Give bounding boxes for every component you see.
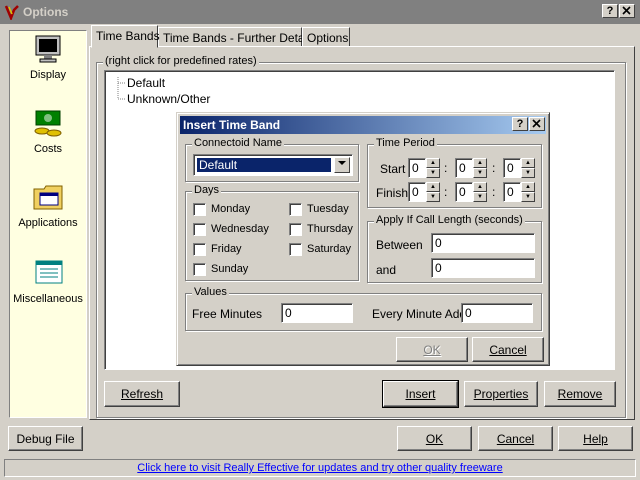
- free-minutes-label: Free Minutes: [192, 307, 263, 321]
- dialog-cancel-button[interactable]: Cancel: [472, 337, 544, 362]
- tree-item[interactable]: Default: [127, 76, 165, 90]
- checkbox-monday[interactable]: [193, 203, 206, 216]
- chevron-down-icon: [338, 161, 346, 165]
- checkbox-friday[interactable]: [193, 243, 206, 256]
- close-title-button[interactable]: [619, 4, 635, 18]
- dialog-ok-button[interactable]: OK: [396, 337, 468, 362]
- properties-button[interactable]: Properties: [464, 381, 538, 407]
- checkbox-label: Sunday: [211, 263, 249, 275]
- group-label: Time Period: [374, 137, 437, 149]
- dropdown-button[interactable]: [334, 157, 350, 173]
- checkbox-wednesday[interactable]: [193, 223, 206, 236]
- start-minute-spinner[interactable]: ▲ ▼: [473, 158, 487, 178]
- document-icon: [35, 260, 63, 284]
- and-label: and: [376, 263, 397, 277]
- remove-button[interactable]: Remove: [544, 381, 616, 407]
- checkbox-tuesday[interactable]: [289, 203, 302, 216]
- time-separator: :: [444, 161, 448, 175]
- sidebar: Display Costs Applications Miscellaneous: [9, 30, 87, 418]
- and-input[interactable]: 0: [431, 258, 535, 278]
- monitor-icon: [35, 35, 61, 63]
- connectoid-group: Connectoid Name Default: [185, 137, 359, 182]
- start-hour-spinner[interactable]: ▲ ▼: [426, 158, 440, 178]
- ok-button[interactable]: OK: [397, 426, 472, 451]
- sidebar-item-label: Display: [29, 69, 67, 81]
- call-length-group: Apply If Call Length (seconds) Between 0…: [367, 214, 542, 283]
- close-icon: [532, 119, 541, 128]
- dialog-title: Insert Time Band: [183, 118, 281, 132]
- sidebar-item-label: Miscellaneous: [13, 293, 83, 305]
- between-label: Between: [376, 238, 423, 252]
- sidebar-item-display[interactable]: Display: [10, 33, 86, 81]
- start-second-spinner[interactable]: ▲ ▼: [521, 158, 535, 178]
- between-input[interactable]: 0: [431, 233, 535, 253]
- finish-label: Finish: [376, 186, 409, 200]
- tab-time-bands[interactable]: Time Bands: [91, 25, 160, 48]
- sidebar-item-label: Applications: [18, 217, 78, 229]
- time-separator: :: [492, 161, 496, 175]
- sidebar-item-costs[interactable]: Costs: [10, 107, 86, 155]
- sidebar-item-applications[interactable]: Applications: [10, 181, 86, 229]
- tree-item[interactable]: Unknown/Other: [127, 92, 210, 106]
- start-label: Start: [380, 162, 406, 176]
- days-group: Days Monday Tuesday Wednesday Thursday F…: [185, 184, 359, 281]
- debug-file-button[interactable]: Debug File: [8, 426, 83, 451]
- checkbox-sunday[interactable]: [193, 263, 206, 276]
- window-title: Options: [23, 5, 69, 19]
- free-minutes-input[interactable]: 0: [281, 303, 353, 323]
- finish-minute-spinner[interactable]: ▲ ▼: [473, 182, 487, 202]
- start-hour-input[interactable]: 0: [408, 158, 426, 178]
- checkbox-thursday[interactable]: [289, 223, 302, 236]
- group-label: Values: [192, 286, 229, 298]
- connectoid-select[interactable]: Default: [193, 154, 353, 176]
- tab-options[interactable]: Options: [302, 27, 350, 47]
- checkbox-label: Wednesday: [211, 223, 269, 235]
- freeware-link[interactable]: Click here to visit Really Effective for…: [137, 462, 502, 474]
- values-group: Values Free Minutes 0 Every Minute Add 0: [185, 286, 542, 331]
- time-period-group: Time Period Start 0 ▲ ▼ : 0 ▲ ▼ : 0 ▲ ▼ Fin…: [367, 137, 542, 208]
- every-minute-add-label: Every Minute Add: [372, 307, 467, 321]
- checkbox-label: Tuesday: [307, 203, 349, 215]
- finish-second-input[interactable]: 0: [503, 182, 521, 202]
- tab-time-bands-further-details[interactable]: Time Bands - Further Details: [158, 27, 316, 47]
- group-label: (right click for predefined rates): [103, 55, 259, 67]
- finish-minute-input[interactable]: 0: [455, 182, 473, 202]
- folder-apps-icon: [33, 185, 63, 210]
- dialog-close-button[interactable]: [529, 117, 545, 131]
- time-separator: :: [444, 185, 448, 199]
- connectoid-select-value: Default: [197, 158, 331, 172]
- window-titlebar: Options ?: [0, 0, 640, 24]
- app-icon: [4, 5, 19, 20]
- refresh-button[interactable]: Refresh: [104, 381, 180, 407]
- start-second-input[interactable]: 0: [503, 158, 521, 178]
- close-icon: [622, 6, 631, 15]
- status-bar: Click here to visit Really Effective for…: [4, 459, 636, 477]
- checkbox-saturday[interactable]: [289, 243, 302, 256]
- finish-second-spinner[interactable]: ▲ ▼: [521, 182, 535, 202]
- help-button[interactable]: Help: [558, 426, 633, 451]
- checkbox-label: Saturday: [307, 243, 352, 255]
- every-minute-add-input[interactable]: 0: [461, 303, 533, 323]
- insert-button[interactable]: Insert: [382, 380, 459, 408]
- cancel-button[interactable]: Cancel: [478, 426, 553, 451]
- finish-hour-spinner[interactable]: ▲ ▼: [426, 182, 440, 202]
- group-label: Days: [192, 184, 222, 196]
- dialog-titlebar: Insert Time Band ?: [180, 116, 546, 134]
- finish-hour-input[interactable]: 0: [408, 182, 426, 202]
- group-label: Connectoid Name: [192, 137, 285, 149]
- help-title-button[interactable]: ?: [602, 4, 618, 18]
- start-minute-input[interactable]: 0: [455, 158, 473, 178]
- checkbox-label: Thursday: [307, 223, 353, 235]
- checkbox-label: Friday: [211, 243, 242, 255]
- time-separator: :: [492, 185, 496, 199]
- tree-lines: [117, 77, 125, 100]
- dialog-help-button[interactable]: ?: [512, 117, 528, 131]
- sidebar-item-label: Costs: [33, 143, 63, 155]
- insert-time-band-dialog: Insert Time Band ? Connectoid Name Defau…: [176, 112, 550, 366]
- group-label: Apply If Call Length (seconds): [374, 214, 525, 226]
- checkbox-label: Monday: [211, 203, 251, 215]
- sidebar-item-miscellaneous[interactable]: Miscellaneous: [10, 257, 86, 305]
- money-icon: [34, 110, 62, 137]
